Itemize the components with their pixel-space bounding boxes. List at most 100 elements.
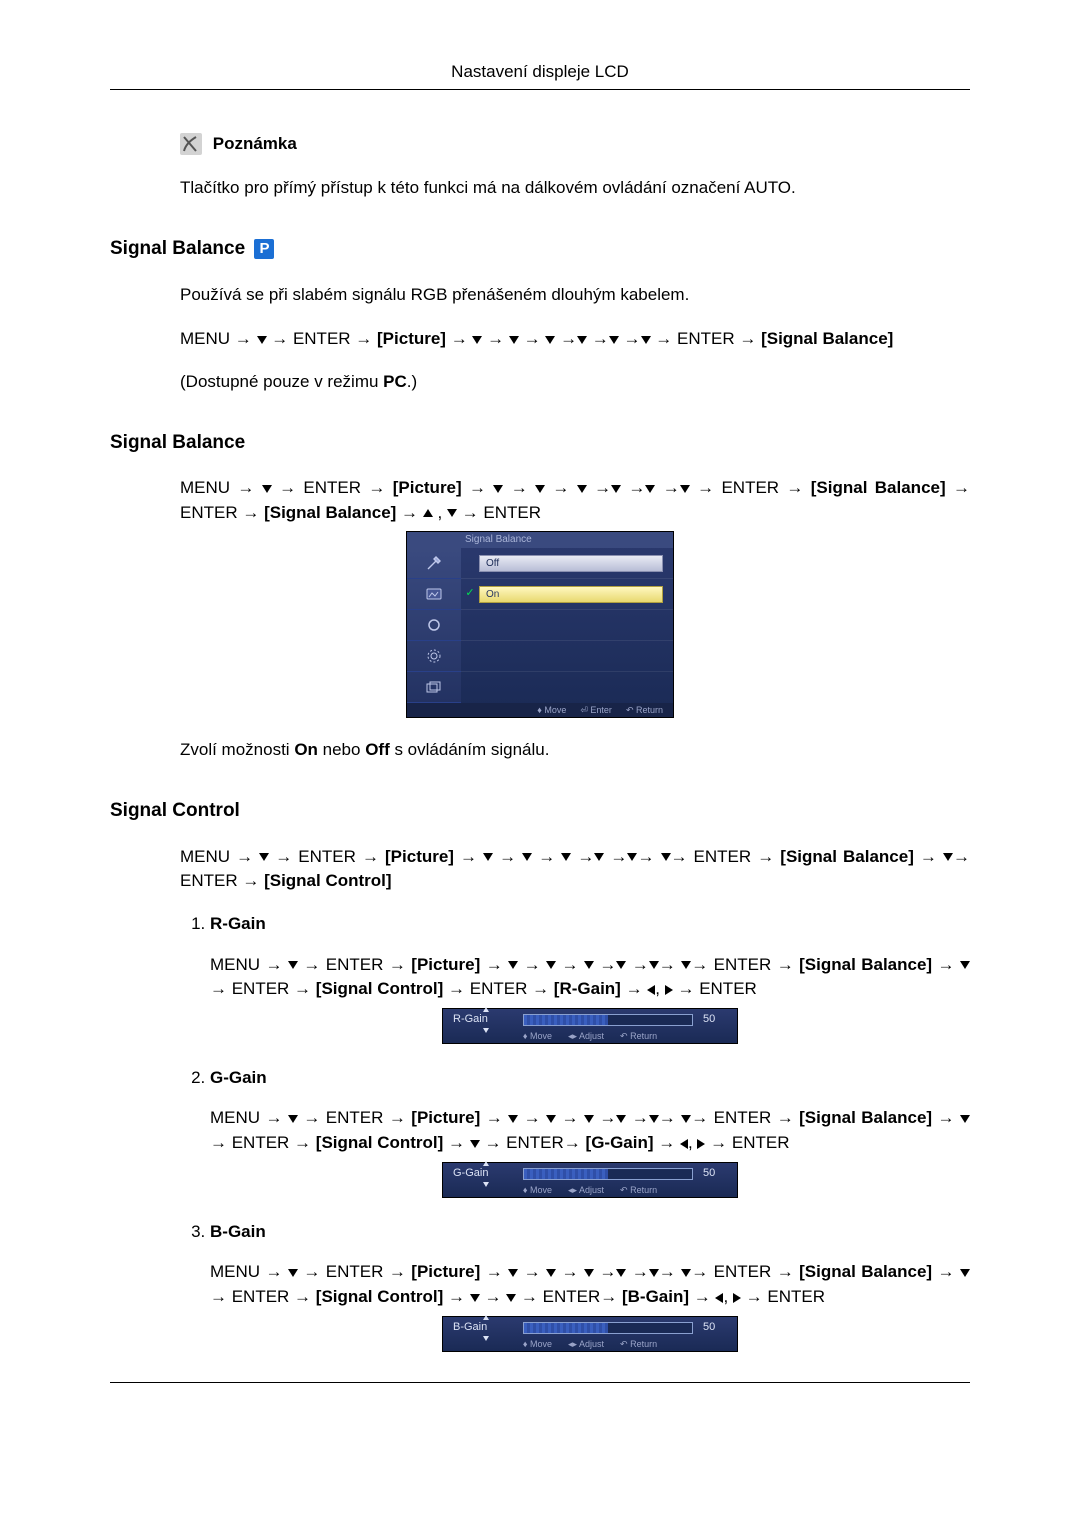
section1-intro: Používá se při slabém signálu RGB přenáš…: [180, 283, 970, 308]
item-title: R-Gain: [210, 914, 266, 933]
rgain-path: MENU → → ENTER → [Picture] → → → → →→ → …: [210, 953, 970, 1002]
arrow-right-icon: [665, 985, 673, 995]
sb-token: [Signal Balance]: [799, 955, 932, 974]
t: → ENTER →: [298, 1262, 411, 1281]
mode-pc: PC: [383, 372, 407, 391]
gain-token: [B-Gain]: [622, 1287, 689, 1306]
sb-token: [Signal Balance]: [761, 329, 893, 348]
arrow-down-icon: [681, 1115, 691, 1123]
t: →: [932, 955, 960, 974]
t: MENU →: [210, 1108, 288, 1127]
t: → ENTER: [457, 503, 541, 522]
arrow-left-icon: [647, 985, 655, 995]
t: → ENTER →: [298, 955, 411, 974]
arrow-down-icon: [508, 961, 518, 969]
t: →: [556, 1262, 584, 1281]
item-title: G-Gain: [210, 1068, 267, 1087]
section1-menu-path: MENU → → ENTER → [Picture] → → → → → → →…: [180, 327, 970, 352]
picture-token: [Picture]: [411, 955, 480, 974]
arrow-down-icon: [561, 853, 571, 861]
arrow-down-icon: [447, 509, 457, 517]
t: →: [462, 478, 494, 497]
osd-option-on: ✓On: [461, 579, 673, 610]
arrow-down-icon: [522, 853, 532, 861]
t: → ENTER →: [210, 1133, 316, 1152]
pc-mode-badge: P: [254, 239, 274, 259]
t: →: [519, 329, 545, 348]
heading-signal-balance-1: Signal Balance P: [110, 235, 970, 263]
ggain-slider-screenshot: G-Gain 50 ♦ Move ◂▸ Adjust ↶ Return: [442, 1162, 738, 1198]
heading-text: Signal Balance: [110, 238, 245, 259]
t: (Dostupné pouze v režimu: [180, 372, 383, 391]
list-item-ggain: G-Gain MENU → → ENTER → [Picture] → → → …: [210, 1066, 970, 1198]
t: MENU →: [180, 847, 259, 866]
gain-list: R-Gain MENU → → ENTER → [Picture] → → → …: [180, 912, 970, 1352]
arrow-left-icon: [680, 1139, 688, 1149]
t: →: [914, 847, 943, 866]
sb-token: [Signal Balance]: [811, 478, 946, 497]
arrow-down-icon: [584, 1115, 594, 1123]
t: → ENTER →: [298, 1108, 411, 1127]
t: → ENTER→: [480, 1133, 586, 1152]
list-item-bgain: B-Gain MENU → → ENTER → [Picture] → → → …: [210, 1220, 970, 1352]
rgain-slider-screenshot: R-Gain 50 ♦ Move ◂▸ Adjust ↶ Return: [442, 1008, 738, 1044]
arrow-down-icon: [545, 336, 555, 344]
circle-icon: [407, 610, 461, 641]
note-text: Tlačítko pro přímý přístup k této funkci…: [180, 176, 970, 201]
t: →: [480, 955, 508, 974]
arrow-down-icon: [577, 485, 587, 493]
t: →: [556, 955, 584, 974]
osd-options: Off ✓On: [461, 548, 673, 703]
section1-availability: (Dostupné pouze v režimu PC.): [180, 370, 970, 395]
arrow-down-icon: [470, 1294, 480, 1302]
multi-icon: [407, 672, 461, 703]
heading-signal-control: Signal Control: [110, 797, 970, 825]
osd-on-label: On: [479, 586, 663, 603]
arrow-down-icon: [649, 1115, 659, 1123]
arrow-down-icon: [483, 853, 493, 861]
content: Poznámka Tlačítko pro přímý přístup k té…: [110, 132, 970, 1352]
arrow-down-icon: [649, 961, 659, 969]
slider-bar: [523, 1168, 693, 1180]
picture-token: [Picture]: [385, 847, 454, 866]
bgain-slider-screenshot: B-Gain 50 ♦ Move ◂▸ Adjust ↶ Return: [442, 1316, 738, 1352]
section3-menu-path: MENU → → ENTER → [Picture] → → → → →→ → …: [180, 845, 970, 894]
arrow-down-icon: [616, 1269, 626, 1277]
footer-return: Return: [636, 705, 663, 715]
t: → ENTER →: [690, 478, 811, 497]
arrow-right-icon: [733, 1293, 741, 1303]
t: .): [407, 372, 417, 391]
check-icon: ✓: [461, 586, 479, 602]
arrow-down-icon: [943, 853, 953, 861]
arrow-down-icon: [584, 1269, 594, 1277]
heading-signal-balance-2: Signal Balance: [110, 429, 970, 457]
sc-token: [Signal Control]: [316, 979, 443, 998]
arrow-down-icon: [641, 336, 651, 344]
t: → ENTER →: [443, 979, 554, 998]
page: Nastavení displeje LCD Poznámka Tlačítko…: [0, 0, 1080, 1463]
note-row: Poznámka: [180, 132, 970, 157]
t: →: [480, 1108, 508, 1127]
slider-label: G-Gain: [453, 1166, 523, 1182]
arrow-down-icon: [262, 485, 272, 493]
t: →: [932, 1262, 960, 1281]
sb-token: [Signal Balance]: [799, 1262, 932, 1281]
arrow-down-icon: [259, 853, 269, 861]
t: →: [518, 955, 546, 974]
arrow-down-icon: [506, 1294, 516, 1302]
arrow-down-icon: [594, 853, 604, 861]
picture-icon: [407, 579, 461, 610]
t: →: [556, 1108, 584, 1127]
footer-enter: Enter: [590, 705, 612, 715]
arrow-down-icon: [493, 485, 503, 493]
arrow-down-icon: [546, 1115, 556, 1123]
slider-bar: [523, 1014, 693, 1026]
arrow-down-icon: [257, 336, 267, 344]
arrow-down-icon: [577, 336, 587, 344]
arrow-down-icon: [288, 1269, 298, 1277]
footer-move: Move: [544, 705, 566, 715]
page-header-title: Nastavení displeje LCD: [0, 60, 1080, 85]
picture-token: [Picture]: [411, 1262, 480, 1281]
t: →: [480, 1262, 508, 1281]
t: → ENTER →: [651, 329, 762, 348]
